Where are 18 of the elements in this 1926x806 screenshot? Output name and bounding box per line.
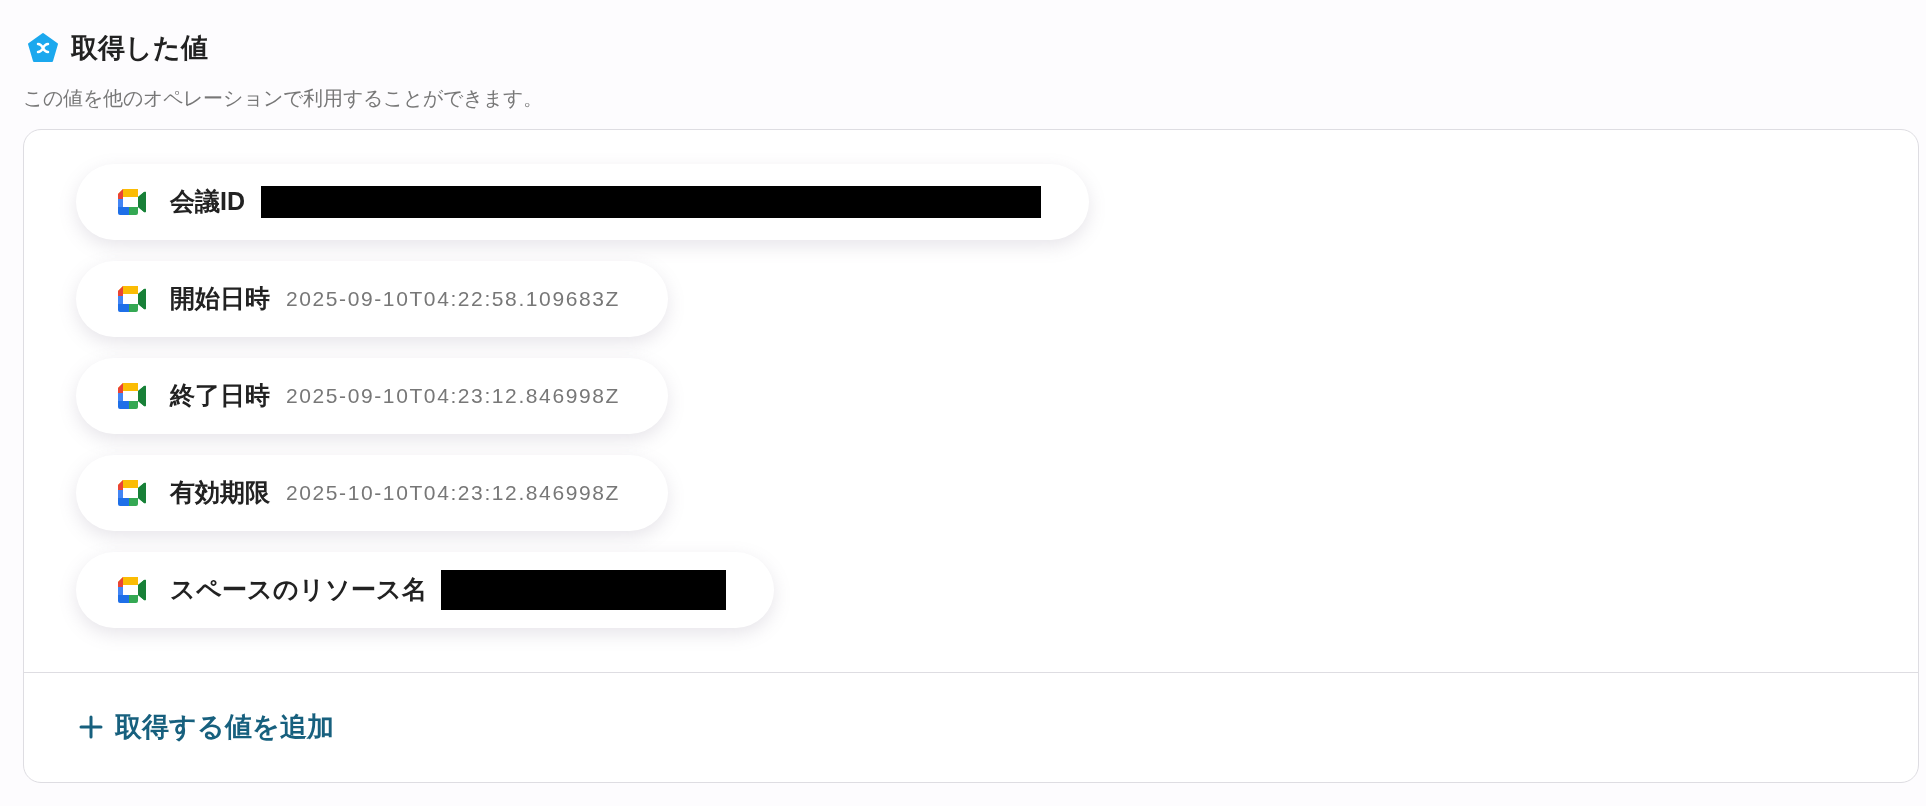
value-label: 有効期限 — [170, 476, 270, 508]
value-chip[interactable]: 開始日時 2025-09-10T04:22:58.109683Z — [76, 260, 668, 337]
value-label: 終了日時 — [170, 379, 270, 411]
value-chip[interactable]: スペースのリソース名 — [76, 551, 774, 628]
value-chip[interactable]: 終了日時 2025-09-10T04:23:12.846998Z — [76, 357, 668, 434]
section-description: この値を他のオペレーションで利用することができます。 — [23, 85, 544, 111]
plus-icon — [79, 715, 103, 739]
value-label: スペースのリソース名 — [170, 573, 427, 605]
value-text: 2025-09-10T04:22:58.109683Z — [286, 285, 620, 312]
variable-icon — [27, 32, 59, 65]
value-text: 2025-09-10T04:23:12.846998Z — [286, 382, 620, 409]
value-label: 開始日時 — [170, 282, 270, 314]
section-title: 取得した値 — [71, 32, 208, 65]
value-chip[interactable]: 有効期限 2025-10-10T04:23:12.846998Z — [76, 454, 668, 531]
add-value-button[interactable]: 取得する値を追加 — [79, 706, 334, 748]
value-label: 会議ID — [170, 185, 245, 217]
value-chip[interactable]: 会議ID — [76, 163, 1089, 240]
value-text: 2025-10-10T04:23:12.846998Z — [286, 479, 620, 506]
